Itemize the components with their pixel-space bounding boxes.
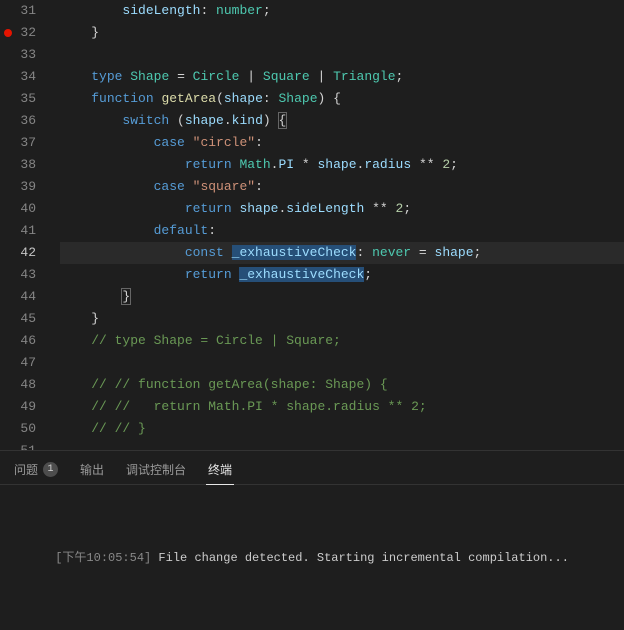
- code-line[interactable]: // type Shape = Circle | Square;: [60, 330, 624, 352]
- line-number[interactable]: 49: [0, 396, 50, 418]
- line-number[interactable]: 39: [0, 176, 50, 198]
- log-timestamp: [下午10:05:54]: [55, 551, 151, 565]
- code-line[interactable]: // // function getArea(shape: Shape) {: [60, 374, 624, 396]
- line-number[interactable]: 42: [0, 242, 50, 264]
- code-line[interactable]: return _exhaustiveCheck;: [60, 264, 624, 286]
- panel-tabs: 问题 1 输出 调试控制台 终端: [0, 451, 624, 485]
- code-line[interactable]: sideLength: number;: [60, 0, 624, 22]
- code-line[interactable]: switch (shape.kind) {: [60, 110, 624, 132]
- code-area[interactable]: sideLength: number; } type Shape = Circl…: [50, 0, 624, 450]
- tab-problems[interactable]: 问题 1: [12, 457, 60, 484]
- line-number[interactable]: 36: [0, 110, 50, 132]
- line-number[interactable]: 31: [0, 0, 50, 22]
- tab-label: 终端: [208, 461, 232, 478]
- line-number[interactable]: 35: [0, 88, 50, 110]
- code-line[interactable]: [60, 440, 624, 450]
- line-number[interactable]: 41: [0, 220, 50, 242]
- code-line[interactable]: case "circle":: [60, 132, 624, 154]
- code-line[interactable]: // // }: [60, 418, 624, 440]
- tab-label: 问题: [14, 461, 38, 478]
- tab-label: 输出: [80, 461, 104, 478]
- tab-label: 调试控制台: [126, 461, 186, 478]
- editor: 3132333435363738394041424344454647484950…: [0, 0, 624, 450]
- line-number[interactable]: 46: [0, 330, 50, 352]
- code-line[interactable]: [60, 44, 624, 66]
- code-line[interactable]: function getArea(shape: Shape) {: [60, 88, 624, 110]
- code-line[interactable]: }: [60, 308, 624, 330]
- line-number[interactable]: 37: [0, 132, 50, 154]
- line-number[interactable]: 44: [0, 286, 50, 308]
- code-line[interactable]: return Math.PI * shape.radius ** 2;: [60, 154, 624, 176]
- line-number[interactable]: 34: [0, 66, 50, 88]
- line-number[interactable]: 47: [0, 352, 50, 374]
- line-number[interactable]: 48: [0, 374, 50, 396]
- code-line[interactable]: }: [60, 286, 624, 308]
- line-number[interactable]: 40: [0, 198, 50, 220]
- tab-terminal[interactable]: 终端: [206, 457, 234, 485]
- tab-badge: 1: [43, 462, 58, 477]
- line-number[interactable]: 50: [0, 418, 50, 440]
- code-line[interactable]: [60, 352, 624, 374]
- tab-debug[interactable]: 调试控制台: [124, 457, 188, 484]
- line-number[interactable]: 33: [0, 44, 50, 66]
- line-number[interactable]: 32: [0, 22, 50, 44]
- line-gutter[interactable]: 3132333435363738394041424344454647484950…: [0, 0, 50, 450]
- code-line[interactable]: const _exhaustiveCheck: never = shape;: [60, 242, 624, 264]
- code-line[interactable]: // // return Math.PI * shape.radius ** 2…: [60, 396, 624, 418]
- tab-output[interactable]: 输出: [78, 457, 106, 484]
- code-line[interactable]: return shape.sideLength ** 2;: [60, 198, 624, 220]
- line-number[interactable]: 51: [0, 440, 50, 450]
- log-status: File change detected. Starting increment…: [151, 551, 569, 565]
- line-number[interactable]: 43: [0, 264, 50, 286]
- terminal-output[interactable]: [下午10:05:54] File change detected. Start…: [0, 485, 624, 630]
- bottom-panel: 问题 1 输出 调试控制台 终端 [下午10:05:54] File change de…: [0, 450, 624, 630]
- code-line[interactable]: type Shape = Circle | Square | Triangle;: [60, 66, 624, 88]
- line-number[interactable]: 38: [0, 154, 50, 176]
- code-line[interactable]: case "square":: [60, 176, 624, 198]
- line-number[interactable]: 45: [0, 308, 50, 330]
- code-line[interactable]: default:: [60, 220, 624, 242]
- code-line[interactable]: }: [60, 22, 624, 44]
